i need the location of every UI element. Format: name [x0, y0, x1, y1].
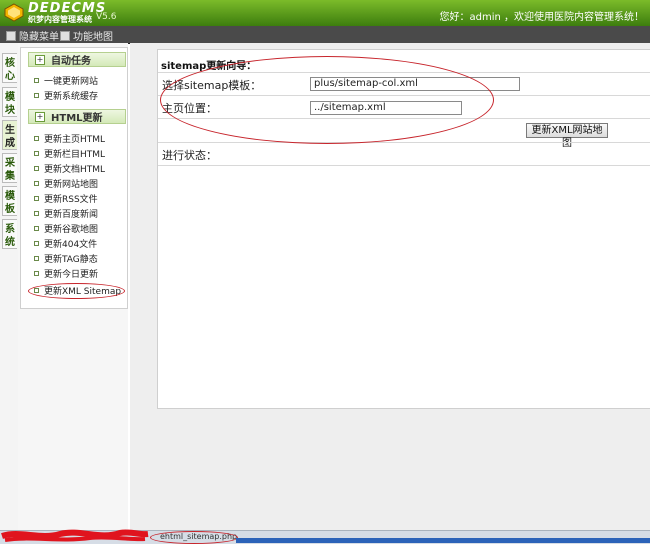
bullet-icon — [34, 271, 39, 276]
menu-item-label: 更新主页HTML — [44, 135, 106, 145]
hide-menu-icon — [6, 30, 16, 41]
menu-item-update-sitemap[interactable]: 更新网站地图 — [34, 177, 98, 190]
annotation-circle — [160, 56, 494, 144]
menu-item-label: 更新TAG静态 — [44, 255, 98, 265]
menu-item-label: 更新RSS文件 — [44, 195, 98, 205]
tab-generate[interactable]: 生成 — [2, 120, 17, 150]
annotation-circle — [150, 531, 238, 544]
hide-menu-label: 隐藏菜单 — [19, 32, 59, 43]
menu-item-update-today[interactable]: 更新今日更新 — [34, 267, 98, 280]
menu-item-label: 更新网站地图 — [44, 180, 99, 190]
status-label: 进行状态： — [162, 149, 217, 162]
menu-item-update-docs[interactable]: 更新文档HTML — [34, 162, 105, 175]
site-map-button[interactable]: 功能地图 — [60, 28, 113, 43]
status-divider — [158, 165, 650, 166]
status-row: 进行状态： — [158, 142, 650, 165]
menu-item-update-home[interactable]: 更新主页HTML — [34, 132, 105, 145]
group-auto-tasks[interactable]: + 自动任务 — [28, 52, 126, 67]
menu-item-label: 更新谷歌地图 — [44, 225, 99, 235]
bullet-icon — [34, 136, 39, 141]
bullet-icon — [34, 241, 39, 246]
left-menu-panel: + 自动任务 一键更新网站 更新系统缓存 + HTML更新 更新主页HTML 更… — [18, 43, 128, 530]
menu-item-label: 一键更新网站 — [44, 77, 99, 87]
expand-icon: + — [35, 54, 45, 65]
main-content: sitemap更新向导： 选择sitemap模板： plus/sitemap-c… — [130, 43, 650, 530]
bullet-icon — [34, 181, 39, 186]
bullet-icon — [34, 151, 39, 156]
menu-item-update-rss[interactable]: 更新RSS文件 — [34, 192, 98, 205]
bullet-icon — [34, 226, 39, 231]
site-map-icon — [60, 30, 70, 41]
menu-item-label: 更新文档HTML — [44, 165, 106, 175]
top-menubar: 隐藏菜单 功能地图 — [0, 26, 650, 44]
menu-item-update-site[interactable]: 一键更新网站 — [34, 74, 98, 87]
bullet-icon — [34, 196, 39, 201]
menu-item-label: 更新百度新闻 — [44, 210, 99, 220]
group-title: 自动任务 — [51, 56, 91, 67]
annotation-circle — [28, 283, 125, 299]
version-label: V5.6 — [96, 12, 117, 22]
tab-templates[interactable]: 模板 — [2, 186, 17, 216]
menu-item-update-404[interactable]: 更新404文件 — [34, 237, 97, 250]
tab-modules[interactable]: 模块 — [2, 87, 17, 117]
dedecms-logo-icon — [4, 3, 24, 22]
bullet-icon — [34, 256, 39, 261]
bullet-icon — [34, 166, 39, 171]
menu-item-update-baidu-news[interactable]: 更新百度新闻 — [34, 207, 98, 220]
expand-icon: + — [35, 111, 45, 122]
menu-item-label: 更新栏目HTML — [44, 150, 106, 160]
bullet-icon — [34, 93, 39, 98]
menu-item-update-cache[interactable]: 更新系统缓存 — [34, 89, 98, 102]
redaction-scribble — [1, 529, 149, 542]
bullet-icon — [34, 211, 39, 216]
tab-collect[interactable]: 采集 — [2, 153, 17, 183]
group-title: HTML更新 — [51, 113, 103, 124]
menu-item-label: 更新404文件 — [44, 240, 98, 250]
left-menu-box: + 自动任务 一键更新网站 更新系统缓存 + HTML更新 更新主页HTML 更… — [20, 47, 128, 309]
welcome-text: 您好：admin ，欢迎使用医院内容管理系统！ — [439, 12, 644, 23]
category-tab-strip: 核心 模块 生成 采集 模板 系统 — [0, 43, 18, 530]
hide-menu-button[interactable]: 隐藏菜单 — [6, 28, 59, 43]
tab-core[interactable]: 核心 — [2, 53, 17, 83]
menu-item-update-columns[interactable]: 更新栏目HTML — [34, 147, 105, 160]
site-map-label: 功能地图 — [73, 32, 113, 43]
taskbar-strip — [236, 538, 650, 543]
menu-item-update-google-map[interactable]: 更新谷歌地图 — [34, 222, 98, 235]
app-header: DEDECMS 织梦内容管理系统 V5.6 您好：admin ，欢迎使用医院内容… — [0, 0, 650, 26]
menu-item-label: 更新今日更新 — [44, 270, 99, 280]
group-html-update[interactable]: + HTML更新 — [28, 109, 126, 124]
tab-system[interactable]: 系统 — [2, 219, 17, 249]
bullet-icon — [34, 78, 39, 83]
menu-item-label: 更新系统缓存 — [44, 92, 99, 102]
menu-item-update-tag[interactable]: 更新TAG静态 — [34, 252, 98, 265]
logo-subtitle: 织梦内容管理系统 — [28, 15, 92, 24]
update-xml-sitemap-button[interactable]: 更新XML网站地图 — [526, 123, 608, 149]
